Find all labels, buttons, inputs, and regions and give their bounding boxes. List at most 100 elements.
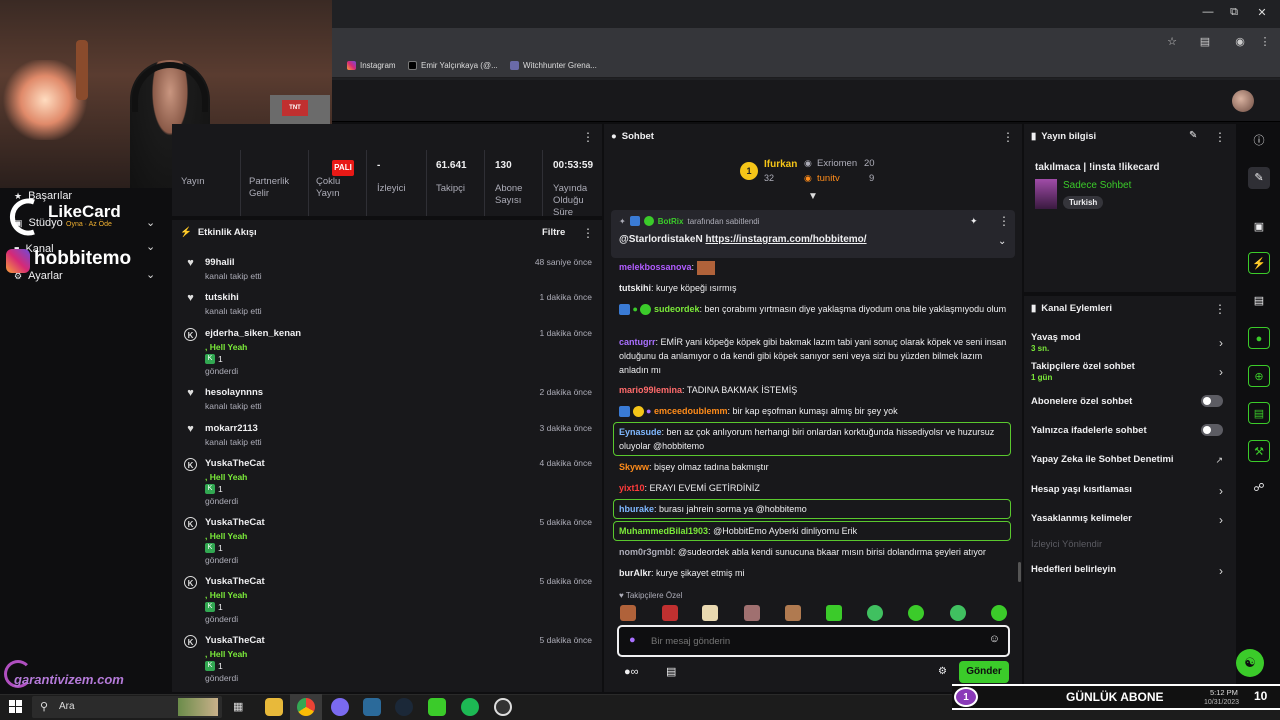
emote-1-icon[interactable] (620, 605, 636, 621)
channel-points-icon[interactable]: ●∞ (624, 666, 639, 678)
chat-input-wrapper[interactable]: ● ☺ (617, 625, 1010, 657)
emote-9-icon[interactable] (950, 605, 966, 621)
close-icon[interactable]: ✕ (1252, 6, 1272, 22)
profile-icon[interactable]: ◉ (1233, 35, 1247, 49)
more-icon[interactable]: ⋮ (998, 214, 1010, 228)
share-icon[interactable]: ☍ (1248, 477, 1270, 499)
pencil-icon[interactable]: ✎ (1248, 167, 1270, 189)
activity-user[interactable]: ejderha_siken_kenan (205, 328, 301, 339)
activity-user[interactable]: YuskaTheCat (205, 458, 265, 469)
taskbar-search[interactable]: ⚲ Ara (32, 696, 222, 718)
chat-username[interactable]: sudeordek (654, 304, 700, 314)
action-banned-words[interactable]: Yasaklanmış kelimeler › (1031, 513, 1231, 527)
gear-icon[interactable]: ⚙ (938, 666, 947, 677)
expand-icon[interactable]: ▼ (808, 191, 818, 202)
info-icon[interactable]: ⓘ (1248, 130, 1270, 152)
lightning-icon[interactable]: ⚡ (1248, 252, 1270, 274)
microphone-icon[interactable]: ● (629, 634, 636, 646)
document-icon[interactable]: ▤ (1248, 290, 1270, 312)
more-icon[interactable]: ⋮ (1002, 130, 1014, 144)
discord-icon[interactable] (331, 698, 349, 716)
chat-username[interactable]: Eynasude (619, 427, 662, 437)
scrollbar[interactable] (1018, 562, 1021, 582)
action-followers-only[interactable]: Takipçilere özel sohbet 1 gün › (1031, 361, 1231, 382)
bookmark-x[interactable]: Emir Yalçınkaya (@... (408, 61, 498, 70)
task-view-icon[interactable]: ▦ (233, 700, 243, 713)
more-icon[interactable]: ⋮ (1214, 130, 1226, 144)
fullscreen-icon[interactable]: ▣ (1248, 216, 1270, 238)
wrench-icon[interactable]: ⚒ (1248, 440, 1270, 462)
bookmark-witchhunter[interactable]: Witchhunter Grena... (510, 61, 597, 70)
emote-7-icon[interactable] (867, 605, 883, 621)
leaderboard-user[interactable]: tunitv (817, 173, 840, 184)
activity-user[interactable]: 99halil (205, 257, 235, 268)
restore-icon[interactable]: ⧉ (1224, 6, 1244, 22)
chat-username[interactable]: nom0r3gmbl (619, 547, 673, 557)
pin-icon[interactable]: ✦ (970, 216, 978, 227)
activity-user[interactable]: YuskaTheCat (205, 517, 265, 528)
leaderboard-user[interactable]: Exriomen (817, 158, 857, 169)
category-thumbnail[interactable] (1035, 179, 1057, 209)
steam-icon[interactable] (395, 698, 413, 716)
action-raid[interactable]: İzleyici Yönlendir (1031, 539, 1231, 550)
chat-username[interactable]: MuhammedBilal1903 (619, 526, 708, 536)
action-ai-moderation[interactable]: Yapay Zeka ile Sohbet Denetimi ↗ (1031, 454, 1231, 465)
store-icon[interactable]: ▤ (666, 665, 676, 678)
windows-start-icon[interactable] (9, 700, 22, 713)
chevron-down-icon[interactable]: ⌄ (998, 236, 1006, 247)
more-icon[interactable]: ⋮ (1214, 302, 1226, 316)
chat-input[interactable] (651, 633, 971, 649)
emote-2-icon[interactable] (662, 605, 678, 621)
activity-user[interactable]: hesolaynnns (205, 387, 263, 398)
filter-button[interactable]: Filtre (542, 227, 565, 238)
action-slow-mode[interactable]: Yavaş mod 3 sn. › (1031, 332, 1231, 353)
bookmark-instagram[interactable]: Instagram (347, 61, 396, 70)
chat-username[interactable]: burAlkr (619, 568, 651, 578)
emote-10-icon[interactable] (991, 605, 1007, 621)
emote-8-icon[interactable] (908, 605, 924, 621)
activity-user[interactable]: YuskaTheCat (205, 635, 265, 646)
chat-username[interactable]: Skyww (619, 462, 649, 472)
activity-user[interactable]: YuskaTheCat (205, 576, 265, 587)
emote-4-icon[interactable] (744, 605, 760, 621)
spotify-icon[interactable] (461, 698, 479, 716)
action-subscribers-only[interactable]: Abonelere özel sohbet (1031, 395, 1231, 407)
avatar[interactable] (1232, 90, 1254, 112)
menu-icon[interactable]: ⋮ (1258, 35, 1272, 49)
category-name[interactable]: Sadece Sohbet (1063, 180, 1131, 191)
emote-3-icon[interactable] (702, 605, 718, 621)
xbox-icon[interactable] (363, 698, 381, 716)
action-emote-only[interactable]: Yalnızca ifadelerle sohbet (1031, 424, 1231, 436)
minimize-icon[interactable]: — (1198, 6, 1218, 22)
chat-username[interactable]: emceedoublemm (654, 406, 728, 416)
emote-5-icon[interactable] (785, 605, 801, 621)
chat-username[interactable]: cantugrr (619, 337, 656, 347)
activity-user[interactable]: mokarr2113 (205, 423, 258, 434)
star-icon[interactable]: ☆ (1165, 35, 1179, 49)
pinned-link[interactable]: https://instagram.com/hobbitemo/ (705, 234, 866, 245)
chrome-icon[interactable] (297, 698, 315, 716)
support-icon[interactable]: ☯ (1236, 649, 1264, 677)
more-icon[interactable]: ⋮ (582, 130, 594, 144)
leaderboard-user[interactable]: Ifurkan (764, 159, 797, 170)
subscribers-only-toggle[interactable] (1201, 395, 1223, 407)
activity-user[interactable]: tutskihi (205, 292, 239, 303)
emote-6-icon[interactable] (826, 605, 842, 621)
pencil-icon[interactable]: ✎ (1189, 130, 1197, 141)
broadcast-icon[interactable]: ⊕ (1248, 365, 1270, 387)
chat-username[interactable]: tutskihi (619, 283, 651, 293)
calendar-icon[interactable]: ▤ (1248, 402, 1270, 424)
chat-username[interactable]: melekbossanova (619, 262, 692, 272)
chat-username[interactable]: yixt10 (619, 483, 645, 493)
chat-username[interactable]: mario99lemina (619, 385, 682, 395)
tag-badge[interactable]: Turkish (1063, 196, 1104, 209)
kick-icon[interactable] (428, 698, 446, 716)
chat-bubble-icon[interactable]: ● (1248, 327, 1270, 349)
send-button[interactable]: Gönder (959, 661, 1009, 683)
pinned-by-user[interactable]: BotRix (658, 217, 684, 226)
action-goals[interactable]: Hedefleri belirleyin › (1031, 564, 1231, 578)
chat-username[interactable]: hburake (619, 504, 654, 514)
emoji-icon[interactable]: ☺ (989, 633, 1000, 645)
action-account-age[interactable]: Hesap yaşı kısıtlaması › (1031, 484, 1231, 498)
extensions-icon[interactable]: ▤ (1198, 35, 1212, 49)
